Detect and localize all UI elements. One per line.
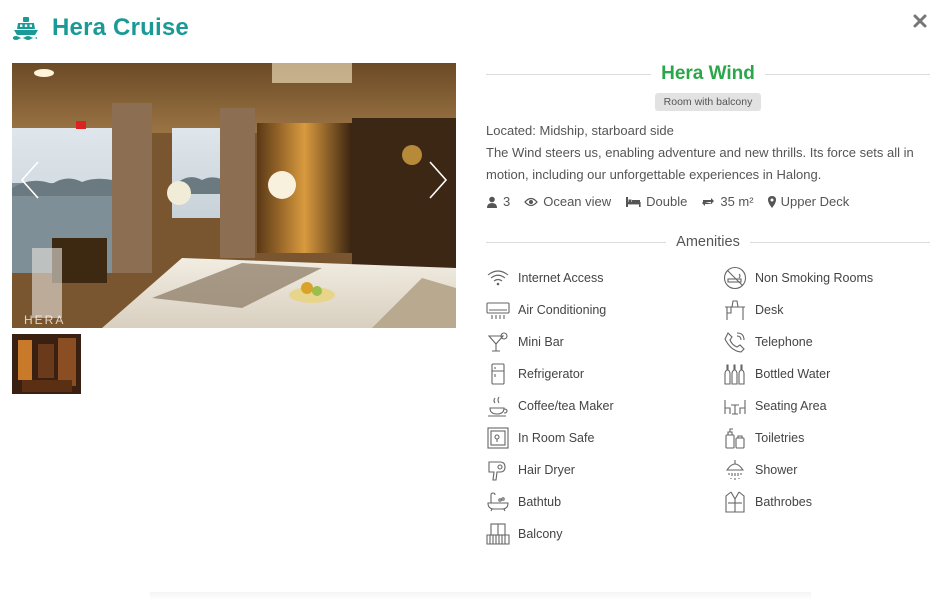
cocktail-icon [486, 330, 510, 354]
amenity-label: Seating Area [755, 399, 827, 413]
amenities-header: Amenities [486, 234, 931, 250]
coffee-icon [486, 394, 510, 418]
amenity-item: Telephone [723, 326, 930, 358]
amenity-label: In Room Safe [518, 431, 595, 445]
amenity-item: In Room Safe [486, 422, 723, 454]
spec-guests-value: 3 [503, 194, 511, 209]
air-conditioner-icon [486, 298, 510, 322]
close-icon [913, 14, 927, 28]
amenity-label: Desk [755, 303, 784, 317]
fridge-icon [486, 362, 510, 386]
safe-icon [486, 426, 510, 450]
room-type-badge: Room with balcony [654, 93, 762, 111]
close-button[interactable] [911, 12, 929, 30]
amenity-item: Internet Access [486, 262, 723, 294]
amenity-label: Hair Dryer [518, 463, 575, 477]
chevron-left-icon [20, 161, 39, 199]
desk-icon [723, 298, 747, 322]
bed-icon [626, 197, 641, 207]
amenity-label: Bathtub [518, 495, 562, 509]
spec-view: Ocean view [524, 194, 611, 209]
amenity-label: Bottled Water [755, 367, 831, 381]
room-details: Hera Wind Room with balcony Located: Mid… [486, 60, 931, 550]
amenities-right-column: Non Smoking Rooms Desk Telephone Bottled… [723, 262, 930, 550]
no-smoking-icon [723, 266, 747, 290]
ship-icon [12, 14, 40, 42]
user-icon [487, 196, 497, 208]
spec-size-value: 35 m² [720, 194, 754, 209]
amenities-title: Amenities [676, 234, 740, 250]
amenity-item: Coffee/tea Maker [486, 390, 723, 422]
amenity-label: Refrigerator [518, 367, 584, 381]
photo-gallery: HERA [12, 63, 456, 394]
balcony-icon [486, 522, 510, 546]
resize-icon [702, 197, 715, 206]
divider [749, 241, 931, 243]
next-photo-button[interactable] [424, 158, 452, 202]
amenity-item: Seating Area [723, 390, 930, 422]
brand-title: Hera Cruise [52, 14, 189, 41]
bathtub-icon [486, 490, 510, 514]
prev-photo-button[interactable] [16, 158, 44, 202]
toiletries-icon [723, 426, 747, 450]
spec-view-value: Ocean view [543, 194, 612, 209]
amenity-item: Toiletries [723, 422, 930, 454]
amenity-label: Coffee/tea Maker [518, 399, 614, 413]
divider [486, 73, 652, 75]
amenity-item: Balcony [486, 518, 723, 550]
seating-icon [723, 394, 747, 418]
amenity-item: Desk [723, 294, 930, 326]
photo-watermark: HERA [24, 313, 66, 327]
amenities-left-column: Internet Access Air Conditioning Mini Ba… [486, 262, 723, 550]
amenities-grid: Internet Access Air Conditioning Mini Ba… [486, 262, 930, 550]
spec-guests: 3 [486, 194, 510, 209]
amenity-item: Hair Dryer [486, 454, 723, 486]
amenity-item: Bathtub [486, 486, 723, 518]
amenity-label: Air Conditioning [518, 303, 607, 317]
spec-deck-value: Upper Deck [780, 194, 850, 209]
amenity-label: Telephone [755, 335, 813, 349]
room-specs: 3 Ocean view Double 35 m² Upper Deck [486, 194, 930, 209]
shower-icon [723, 458, 747, 482]
thumbnail[interactable] [12, 334, 81, 394]
room-description-block: Located: Midship, starboard side The Win… [486, 120, 930, 186]
main-photo: HERA [12, 63, 456, 328]
amenity-item: Bathrobes [723, 486, 930, 518]
modal-header: Hera Cruise [12, 14, 189, 42]
divider [764, 73, 931, 75]
room-description: The Wind steers us, enabling adventure a… [486, 145, 914, 182]
amenity-item: Refrigerator [486, 358, 723, 390]
amenity-item: Non Smoking Rooms [723, 262, 930, 294]
cabin-photo [12, 63, 456, 328]
amenity-label: Balcony [518, 527, 563, 541]
spec-bed: Double [625, 194, 687, 209]
amenity-item: Shower [723, 454, 930, 486]
room-name: Hera Wind [661, 63, 755, 84]
spec-deck: Upper Deck [767, 194, 850, 209]
eye-icon [524, 197, 539, 206]
amenity-label: Non Smoking Rooms [755, 271, 874, 285]
amenity-item: Air Conditioning [486, 294, 723, 326]
spec-bed-value: Double [646, 194, 688, 209]
chevron-right-icon [429, 161, 448, 199]
amenity-item: Bottled Water [723, 358, 930, 390]
footer-shadow [150, 592, 811, 600]
room-location: Located: Midship, starboard side [486, 123, 674, 138]
map-marker-icon [767, 195, 776, 208]
room-title-row: Hera Wind [486, 60, 931, 88]
bottles-icon [723, 362, 747, 386]
hair-dryer-icon [486, 458, 510, 482]
amenity-label: Bathrobes [755, 495, 812, 509]
divider [486, 241, 667, 243]
wifi-icon [486, 266, 510, 290]
amenity-label: Mini Bar [518, 335, 564, 349]
amenity-item: Mini Bar [486, 326, 723, 358]
thumbnail-strip [12, 334, 456, 394]
bathrobe-icon [723, 490, 747, 514]
amenity-label: Internet Access [518, 271, 604, 285]
amenity-label: Shower [755, 463, 798, 477]
telephone-icon [723, 330, 747, 354]
amenity-label: Toiletries [755, 431, 805, 445]
spec-size: 35 m² [701, 194, 754, 209]
